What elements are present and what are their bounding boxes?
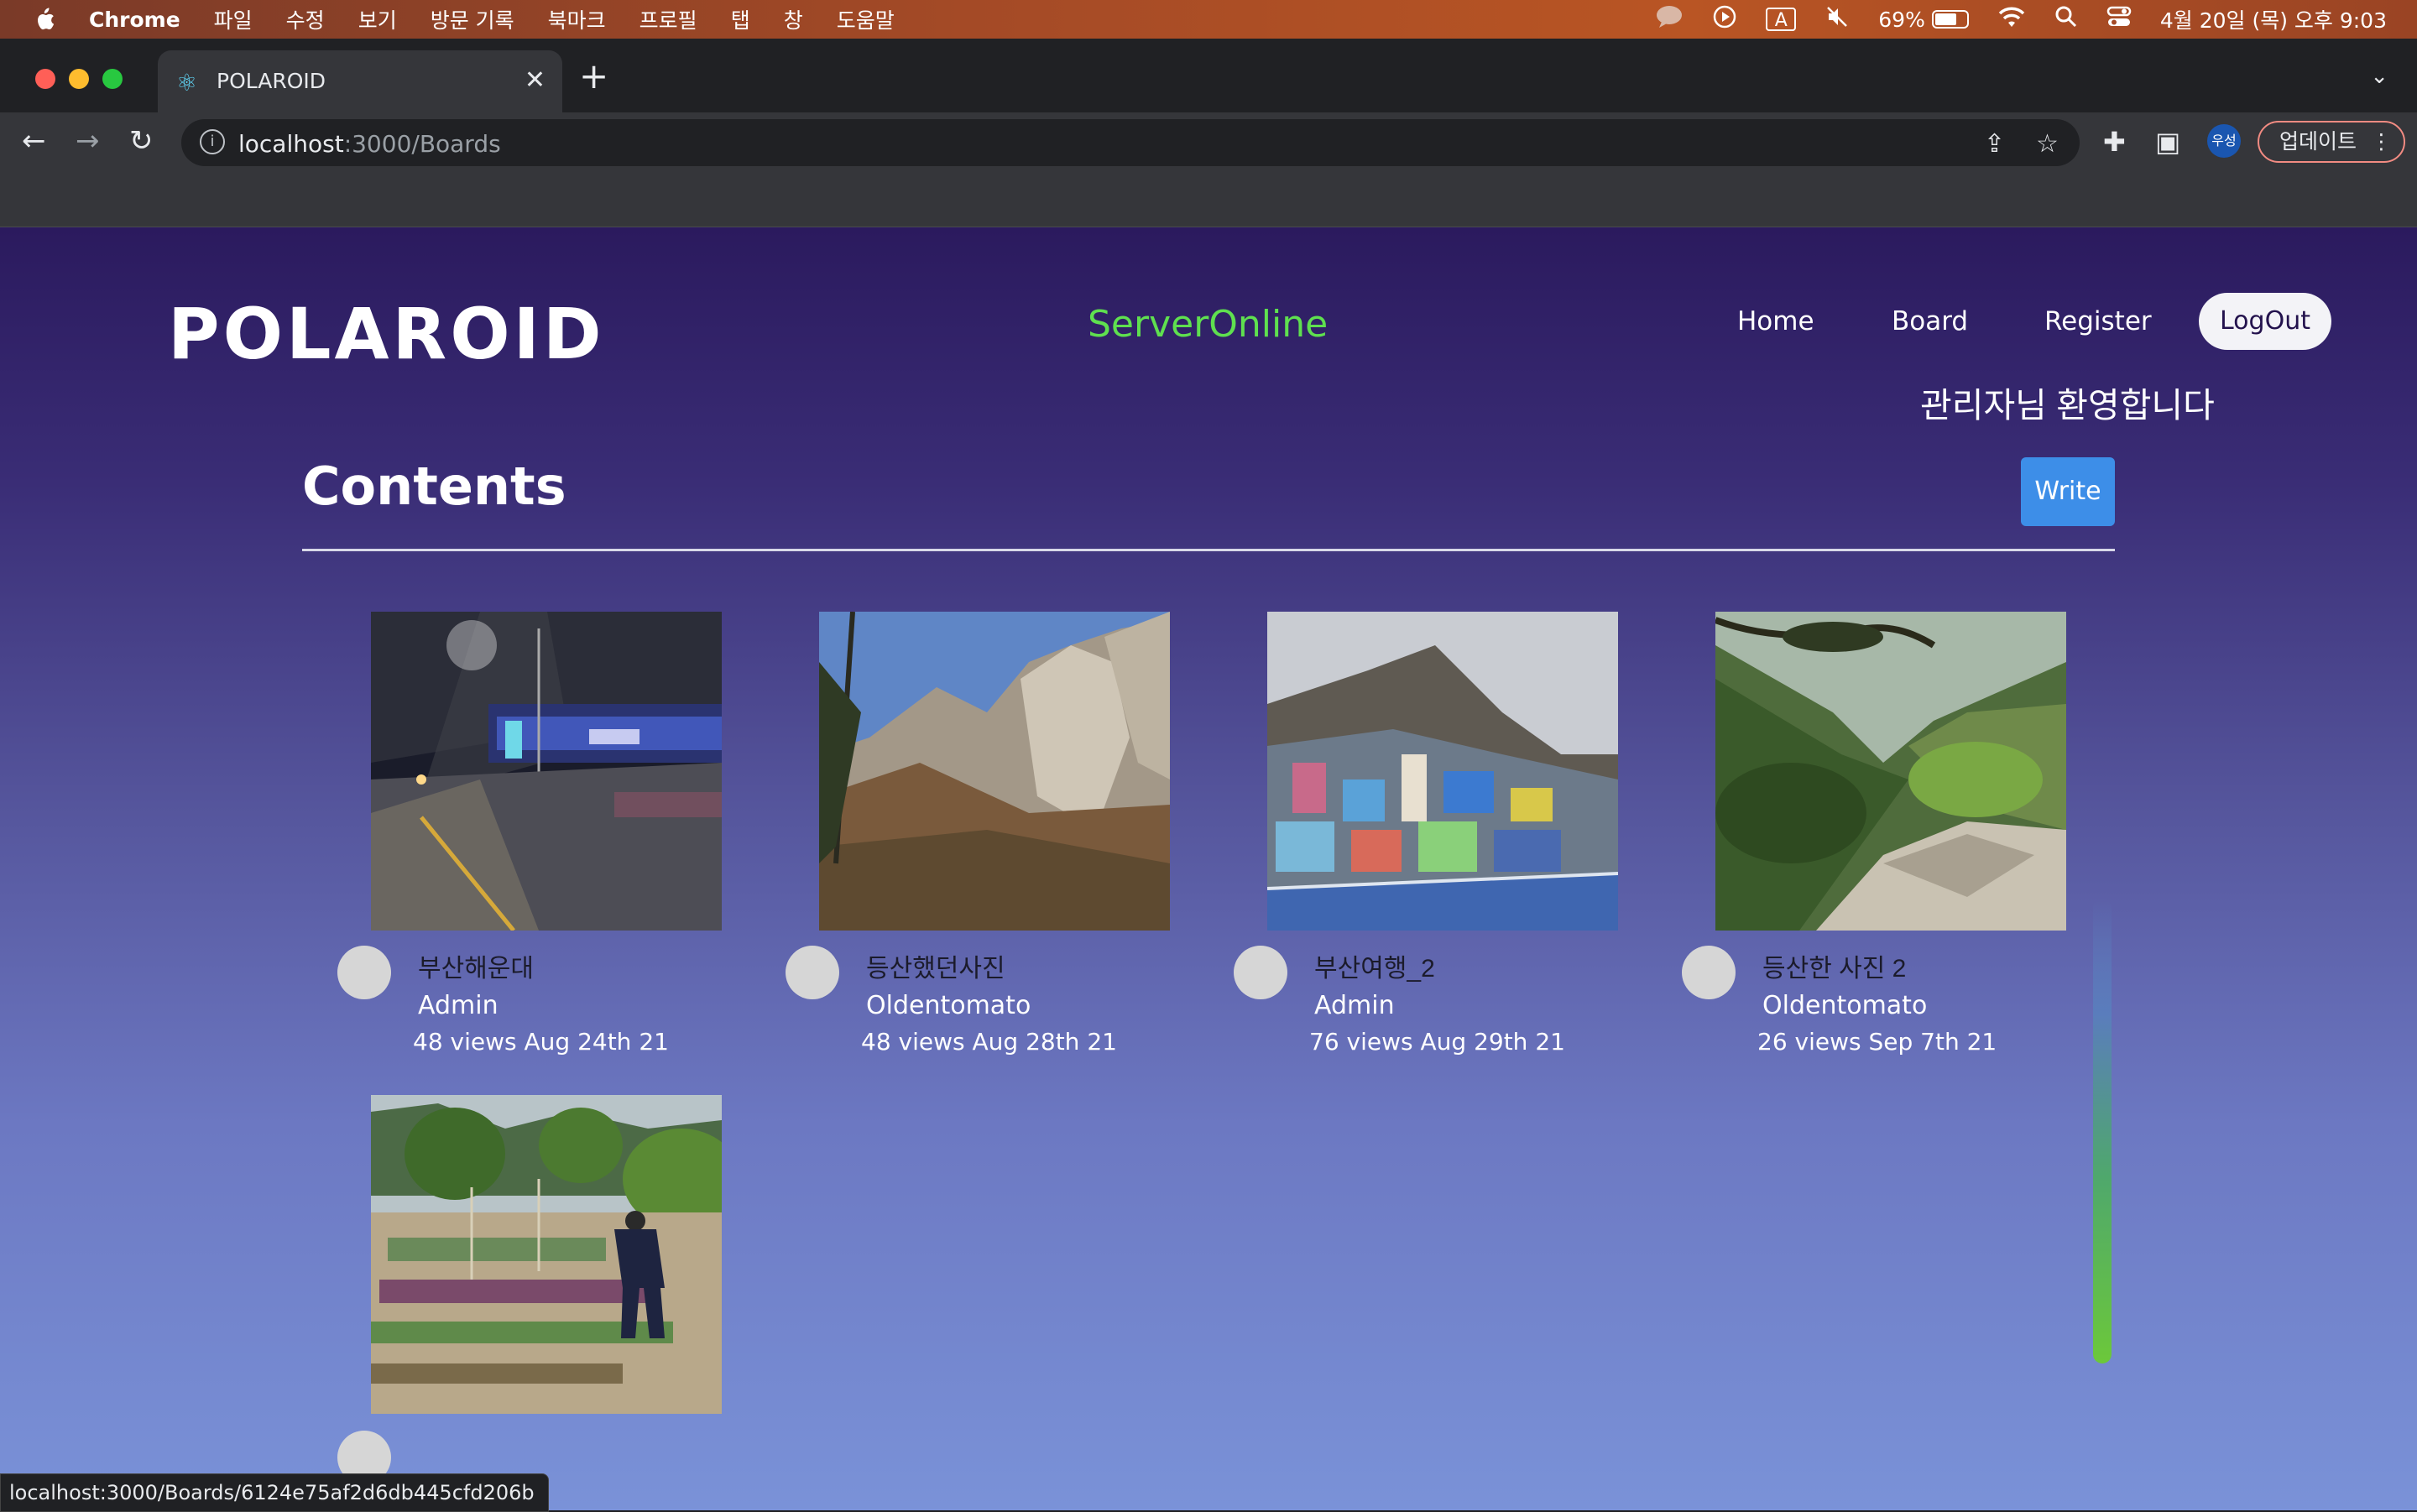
menu-history[interactable]: 방문 기록 <box>431 4 514 34</box>
menu-tab[interactable]: 탭 <box>731 4 750 34</box>
reload-icon[interactable]: ↻ <box>129 124 154 158</box>
mute-icon[interactable] <box>1824 4 1850 34</box>
macos-menu-bar: Chrome 파일 수정 보기 방문 기록 북마크 프로필 탭 창 도움말 A … <box>0 0 2417 39</box>
input-source-label: A <box>1774 10 1788 31</box>
author-avatar[interactable] <box>1682 946 1736 999</box>
nav-home[interactable]: Home <box>1737 306 1814 336</box>
update-label: 업데이트 <box>2279 129 2357 154</box>
link-preview-status: localhost:3000/Boards/6124e75af2d6db445c… <box>0 1473 549 1512</box>
chrome-tab-strip: ⚛ POLAROID ✕ + ⌄ <box>0 39 2417 112</box>
hillside-village-photo[interactable] <box>1267 612 1618 931</box>
address-url[interactable]: localhost:3000/Boards <box>238 130 501 158</box>
nav-register[interactable]: Register <box>2044 306 2152 336</box>
extensions-puzzle-icon[interactable]: ✚ <box>2103 126 2126 158</box>
post-meta: 26 views Sep 7th 21 <box>1757 1028 1997 1056</box>
address-bar[interactable]: i localhost:3000/Boards ⇪ ☆ <box>181 119 2080 166</box>
tab-search-chevron-icon[interactable]: ⌄ <box>2370 64 2388 89</box>
section-divider <box>302 549 2115 551</box>
post-author[interactable]: Oldentomato <box>866 991 1031 1020</box>
site-logo[interactable]: POLAROID <box>168 293 605 375</box>
server-status: ServerOnline <box>1088 303 1329 346</box>
garden-photo[interactable] <box>371 1095 722 1414</box>
valley-view-photo[interactable] <box>1715 612 2066 931</box>
play-circle-icon[interactable] <box>1712 4 1737 34</box>
control-center-icon[interactable] <box>2106 5 2132 34</box>
post-author[interactable]: Oldentomato <box>1762 991 1927 1020</box>
new-tab-icon[interactable]: + <box>579 59 608 94</box>
menu-profiles[interactable]: 프로필 <box>639 4 697 34</box>
apple-logo-icon[interactable] <box>32 7 55 32</box>
post-title[interactable]: 등산했던사진 <box>866 947 1005 984</box>
welcome-message: 관리자님 환영합니다 <box>1920 386 2215 425</box>
bookmark-star-icon[interactable]: ☆ <box>2036 129 2059 159</box>
back-arrow-icon[interactable]: ← <box>22 124 46 158</box>
menu-clock[interactable]: 4월 20일 (목) 오후 9:03 <box>2160 4 2387 34</box>
menu-view[interactable]: 보기 <box>358 4 397 34</box>
menu-file[interactable]: 파일 <box>214 4 253 34</box>
menu-bookmarks[interactable]: 북마크 <box>548 4 606 34</box>
menu-edit[interactable]: 수정 <box>286 4 325 34</box>
input-source-icon[interactable]: A <box>1766 8 1797 31</box>
side-panel-icon[interactable]: ▣ <box>2155 126 2180 158</box>
battery-percent: 69% <box>1878 7 1925 32</box>
react-favicon-icon: ⚛ <box>176 69 198 96</box>
logout-button[interactable]: LogOut <box>2199 293 2331 350</box>
post-meta: 48 views Aug 28th 21 <box>861 1028 1117 1056</box>
browser-tab[interactable]: ⚛ POLAROID ✕ <box>158 50 562 112</box>
url-host: localhost <box>238 130 344 158</box>
tab-title: POLAROID <box>217 69 326 93</box>
menu-app-name[interactable]: Chrome <box>89 8 180 32</box>
author-avatar[interactable] <box>786 946 839 999</box>
gradient-scroll-indicator <box>2093 899 2112 1363</box>
write-button[interactable]: Write <box>2021 457 2115 526</box>
zoom-window-icon[interactable] <box>102 69 123 89</box>
profile-avatar[interactable]: 우성 <box>2207 124 2241 158</box>
site-info-icon[interactable]: i <box>200 129 225 154</box>
spotlight-search-icon[interactable] <box>2054 5 2078 34</box>
post-title[interactable]: 부산해운대 <box>418 947 534 984</box>
post-author[interactable]: Admin <box>418 991 499 1020</box>
web-page: POLAROID ServerOnline Home Board Registe… <box>0 227 2417 1510</box>
night-street-photo[interactable] <box>371 612 722 931</box>
menu-help[interactable]: 도움말 <box>837 4 895 34</box>
post-author[interactable]: Admin <box>1314 991 1395 1020</box>
tab-close-icon[interactable]: ✕ <box>525 65 546 95</box>
close-window-icon[interactable] <box>35 69 55 89</box>
author-avatar[interactable] <box>1234 946 1287 999</box>
contents-heading: Contents <box>302 456 566 517</box>
rocky-mountain-photo[interactable] <box>819 612 1170 931</box>
wifi-icon[interactable] <box>1997 5 2026 34</box>
author-avatar[interactable] <box>337 946 391 999</box>
post-meta: 76 views Aug 29th 21 <box>1309 1028 1565 1056</box>
post-meta: 48 views Aug 24th 21 <box>413 1028 669 1056</box>
chrome-toolbar: ← → ↻ i localhost:3000/Boards ⇪ ☆ ✚ ▣ 우성… <box>0 112 2417 171</box>
post-title[interactable]: 부산여행_2 <box>1314 947 1435 984</box>
battery-status[interactable]: 69% <box>1878 8 1969 32</box>
forward-arrow-icon[interactable]: → <box>76 124 100 158</box>
battery-icon <box>1931 10 1969 29</box>
post-title[interactable]: 등산한 사진 2 <box>1762 947 1906 984</box>
bookmarks-bar <box>0 171 2417 227</box>
url-path: :3000/Boards <box>343 130 501 158</box>
share-icon[interactable]: ⇪ <box>1984 129 2005 159</box>
nav-board[interactable]: Board <box>1892 306 1968 336</box>
kebab-menu-icon[interactable]: ⋮ <box>2371 123 2392 161</box>
minimize-window-icon[interactable] <box>69 69 89 89</box>
update-button[interactable]: 업데이트 ⋮ <box>2258 121 2405 163</box>
menu-window[interactable]: 창 <box>784 4 803 34</box>
messages-icon[interactable] <box>1655 5 1684 34</box>
